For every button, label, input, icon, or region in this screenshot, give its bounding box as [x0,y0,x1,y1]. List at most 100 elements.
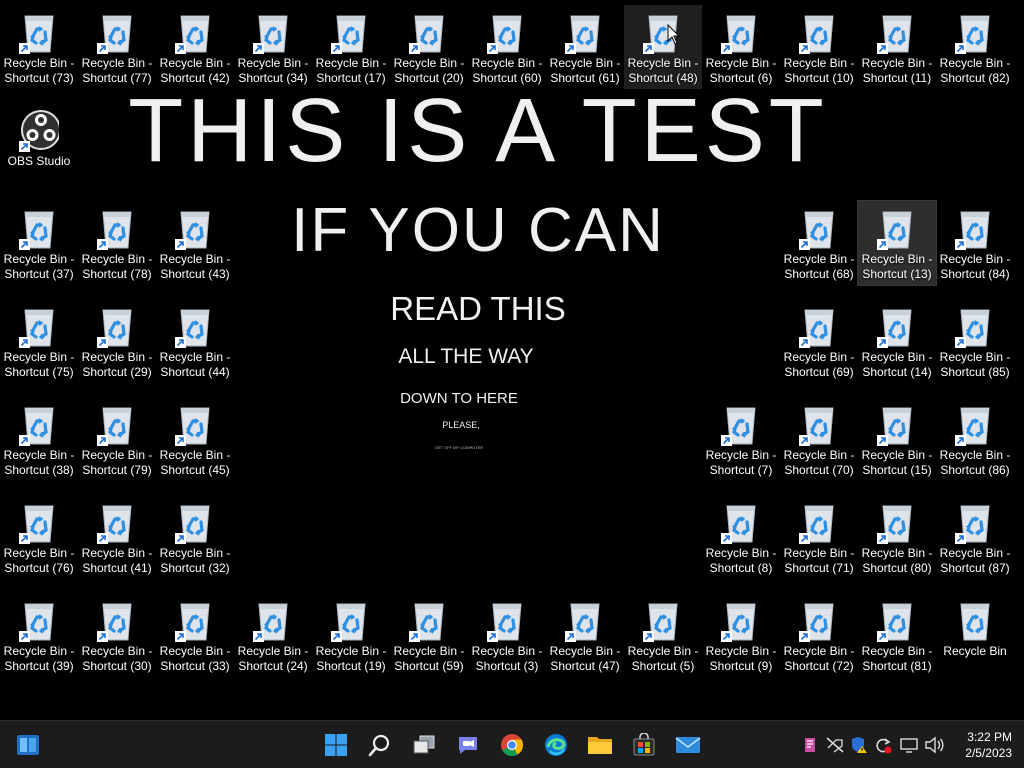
desktop-icon-recycle-bin[interactable]: Recycle Bin - Shortcut (69) [780,299,858,383]
recycle-bin-icon [877,309,912,348]
desktop-icon-recycle-bin[interactable]: Recycle Bin - Shortcut (10) [780,5,858,89]
desktop-icon-recycle-bin[interactable]: Recycle Bin - Shortcut (9) [702,593,780,677]
desktop-icon-recycle-bin[interactable]: Recycle Bin - Shortcut (42) [156,5,234,89]
desktop-icon-recycle-bin[interactable]: Recycle Bin - Shortcut (8) [702,495,780,579]
desktop-icon-recycle-bin[interactable]: Recycle Bin - Shortcut (19) [312,593,390,677]
recycle-bin-icon [721,603,756,642]
desktop-icon-recycle-bin[interactable]: Recycle Bin - Shortcut (44) [156,299,234,383]
desktop-icon-recycle-bin[interactable]: Recycle Bin - Shortcut (76) [0,495,78,579]
mail-button[interactable] [670,727,706,763]
desktop-icon-recycle-bin[interactable]: Recycle Bin - Shortcut (7) [702,397,780,481]
desktop-icon-recycle-bin[interactable]: Recycle Bin - Shortcut (59) [390,593,468,677]
recycle-bin-icon [175,603,210,642]
tray-onenote[interactable] [799,734,821,756]
recycle-bin-icon [487,15,522,54]
desktop-icon-recycle-bin[interactable]: Recycle Bin - Shortcut (14) [858,299,936,383]
teams-chat-icon [459,737,477,754]
desktop-icon-recycle-bin[interactable]: Recycle Bin - Shortcut (47) [546,593,624,677]
chrome-button[interactable] [494,727,530,763]
recycle-bin-icon [799,603,834,642]
desktop-icon-recycle-bin[interactable]: Recycle Bin - Shortcut (48) [624,5,702,89]
recycle-bin-icon [97,15,132,54]
recycle-bin-icon [409,603,444,642]
recycle-bin-icon [97,505,132,544]
desktop-icon-recycle-bin[interactable]: Recycle Bin - Shortcut (61) [546,5,624,89]
edge-button[interactable] [538,727,574,763]
desktop-icon-recycle-bin[interactable]: Recycle Bin - Shortcut (33) [156,593,234,677]
file-explorer-icon [588,737,612,754]
desktop-icon-label: Recycle Bin - Shortcut (86) [939,448,1011,477]
desktop-icon-recycle-bin[interactable]: Recycle Bin - Shortcut (13) [857,200,937,286]
tray-volume[interactable] [923,734,945,756]
start-button[interactable] [318,727,354,763]
desktop-icon-recycle-bin[interactable]: Recycle Bin - Shortcut (38) [0,397,78,481]
recycle-bin-icon [799,309,834,348]
desktop-icon-recycle-bin[interactable]: Recycle Bin - Shortcut (70) [780,397,858,481]
desktop-icon-recycle-bin[interactable]: Recycle Bin - Shortcut (24) [234,593,312,677]
widgets-button[interactable] [10,727,46,763]
desktop-icon-recycle-bin[interactable]: Recycle Bin - Shortcut (75) [0,299,78,383]
desktop[interactable]: THIS IS A TEST IF YOU CAN READ THIS ALL … [0,0,1024,720]
desktop-icon-recycle-bin[interactable]: Recycle Bin - Shortcut (81) [858,593,936,677]
desktop-icon-recycle-bin[interactable]: Recycle Bin - Shortcut (5) [624,593,702,677]
network-disconnected-icon [826,737,844,753]
recycle-bin-icon [175,211,210,250]
desktop-icon-recycle-bin[interactable]: Recycle Bin - Shortcut (17) [312,5,390,89]
desktop-icon-recycle-bin[interactable]: Recycle Bin - Shortcut (32) [156,495,234,579]
desktop-icon-recycle-bin[interactable]: Recycle Bin [936,593,1014,677]
desktop-icon-label: Recycle Bin - Shortcut (81) [861,644,933,673]
desktop-icon-recycle-bin[interactable]: Recycle Bin - Shortcut (11) [858,5,936,89]
desktop-icon-recycle-bin[interactable]: Recycle Bin - Shortcut (86) [936,397,1014,481]
desktop-icon-recycle-bin[interactable]: Recycle Bin - Shortcut (85) [936,299,1014,383]
start-icon [325,734,347,756]
desktop-icon-recycle-bin[interactable]: Recycle Bin - Shortcut (77) [78,5,156,89]
search-button[interactable] [362,727,398,763]
tray-sync[interactable] [872,734,894,756]
recycle-bin-icon [955,309,990,348]
desktop-icon-recycle-bin[interactable]: Recycle Bin - Shortcut (82) [936,5,1014,89]
tray-display[interactable] [898,734,920,756]
desktop-icon-recycle-bin[interactable]: Recycle Bin - Shortcut (72) [780,593,858,677]
desktop-icon-recycle-bin[interactable]: Recycle Bin - Shortcut (30) [78,593,156,677]
desktop-icon-recycle-bin[interactable]: Recycle Bin - Shortcut (73) [0,5,78,89]
desktop-icon-label: Recycle Bin - Shortcut (45) [159,448,231,477]
desktop-icon-label: Recycle Bin - Shortcut (61) [549,56,621,85]
desktop-icon-label: Recycle Bin - Shortcut (44) [159,350,231,379]
desktop-icon-recycle-bin[interactable]: Recycle Bin - Shortcut (84) [936,201,1014,285]
recycle-bin-icon [97,603,132,642]
task-view-button[interactable] [406,727,442,763]
microsoft-store-button[interactable] [626,727,662,763]
file-explorer-button[interactable] [582,727,618,763]
desktop-icon-label: OBS Studio [7,154,71,168]
tray-security[interactable] [848,734,870,756]
desktop-icon-recycle-bin[interactable]: Recycle Bin - Shortcut (43) [156,201,234,285]
desktop-icon-recycle-bin[interactable]: Recycle Bin - Shortcut (39) [0,593,78,677]
desktop-icon-recycle-bin[interactable]: Recycle Bin - Shortcut (20) [390,5,468,89]
desktop-icon-recycle-bin[interactable]: Recycle Bin - Shortcut (79) [78,397,156,481]
desktop-icon-recycle-bin[interactable]: Recycle Bin - Shortcut (29) [78,299,156,383]
desktop-icon-recycle-bin[interactable]: Recycle Bin - Shortcut (15) [858,397,936,481]
recycle-bin-icon [331,603,366,642]
desktop-icon-recycle-bin[interactable]: Recycle Bin - Shortcut (6) [702,5,780,89]
desktop-icon-recycle-bin[interactable]: Recycle Bin - Shortcut (87) [936,495,1014,579]
desktop-icon-recycle-bin[interactable]: Recycle Bin - Shortcut (34) [234,5,312,89]
desktop-icon-recycle-bin[interactable]: Recycle Bin - Shortcut (80) [858,495,936,579]
desktop-icon-recycle-bin[interactable]: Recycle Bin - Shortcut (37) [0,201,78,285]
desktop-icon-label: Recycle Bin - Shortcut (42) [159,56,231,85]
recycle-bin-icon [565,603,600,642]
desktop-icon-recycle-bin[interactable]: Recycle Bin - Shortcut (41) [78,495,156,579]
desktop-icon-recycle-bin[interactable]: Recycle Bin - Shortcut (3) [468,593,546,677]
desktop-icon-recycle-bin[interactable]: Recycle Bin - Shortcut (68) [780,201,858,285]
desktop-icon-recycle-bin[interactable]: Recycle Bin - Shortcut (78) [78,201,156,285]
desktop-icon-label: Recycle Bin - Shortcut (39) [3,644,75,673]
desktop-icon-recycle-bin[interactable]: Recycle Bin - Shortcut (45) [156,397,234,481]
recycle-bin-icon [19,309,54,348]
desktop-icon-obs-studio[interactable]: OBS Studio [0,103,78,187]
tray-network[interactable] [824,734,846,756]
recycle-bin-icon [97,211,132,250]
desktop-icon-recycle-bin[interactable]: Recycle Bin - Shortcut (71) [780,495,858,579]
desktop-icon-recycle-bin[interactable]: Recycle Bin - Shortcut (60) [468,5,546,89]
recycle-bin-icon [721,407,756,446]
chat-button[interactable] [450,727,486,763]
system-clock[interactable]: 3:22 PM 2/5/2023 [965,729,1012,761]
